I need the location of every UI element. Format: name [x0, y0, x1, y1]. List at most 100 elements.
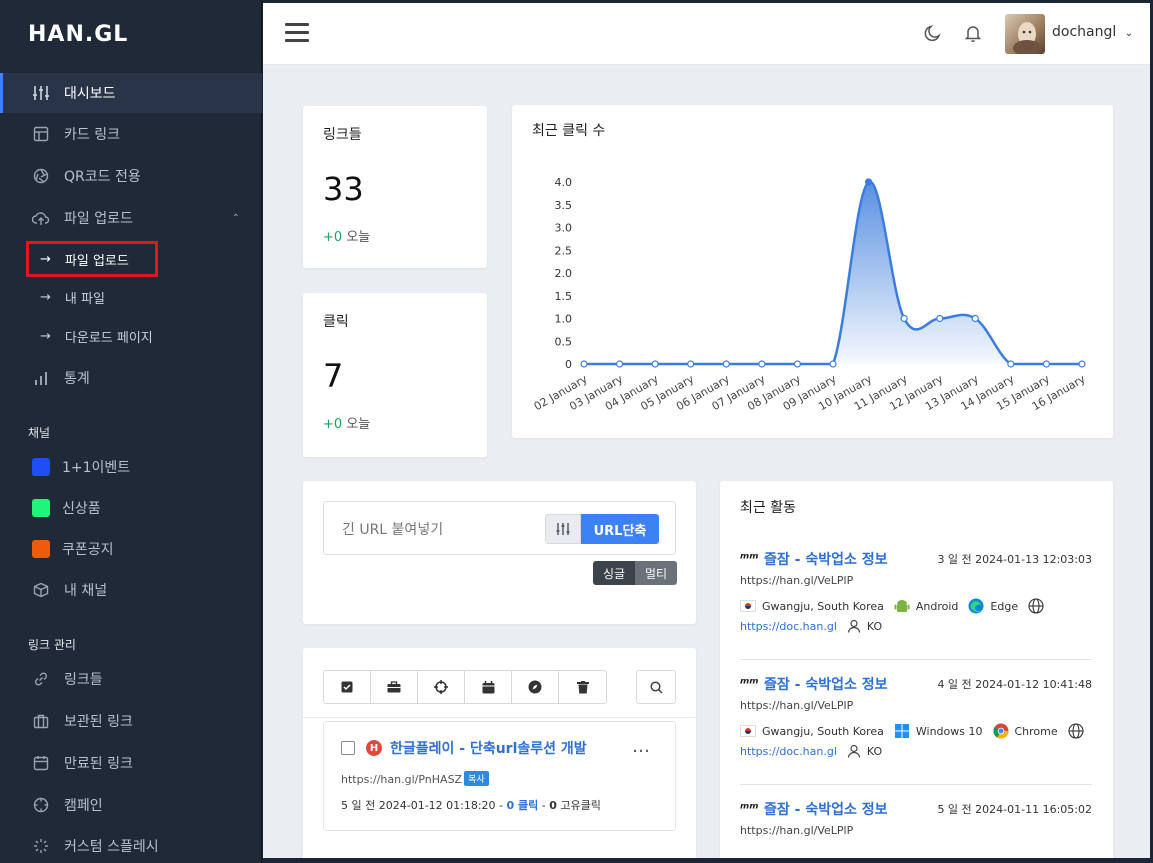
- channel-label: 1+1이벤트: [62, 460, 131, 476]
- y-tick-label: 4.0: [555, 176, 573, 189]
- sidebar-item-card-link[interactable]: 카드 링크: [0, 114, 262, 154]
- link-unique-count: 0: [549, 799, 557, 812]
- avatar[interactable]: [1005, 14, 1045, 54]
- link-checkbox[interactable]: [341, 741, 355, 755]
- activity-os: Android: [915, 599, 959, 613]
- channel-button[interactable]: [512, 671, 559, 703]
- link-icon: [32, 670, 50, 688]
- activity-item: ᵐᵐ 즐잠 - 숙박업소 정보 5 일 전 2024-01-11 16:05:0…: [740, 787, 1092, 858]
- link-date: 5 일 전 2024-01-12 01:18:20 -: [341, 799, 504, 812]
- data-point-peak: [865, 178, 873, 186]
- section-title-link-mgmt: 링크 관리: [28, 638, 76, 652]
- data-point: [580, 360, 588, 368]
- sidebar-item-label: 통계: [64, 371, 90, 387]
- stat-title: 클릭: [323, 314, 349, 330]
- short-url-text[interactable]: https://han.gl/PnHASZ: [341, 773, 462, 786]
- link-list-card: H 한글플레이 - 단축url솔루션 개발 … https://han.gl/P…: [303, 648, 696, 858]
- sidebar-item-expired[interactable]: 만료된 링크: [0, 743, 262, 783]
- y-tick-label: 2.5: [555, 244, 573, 257]
- user-icon: [847, 744, 861, 758]
- options-button[interactable]: [545, 514, 581, 544]
- activity-item: ᵐᵐ 즐잠 - 숙박업소 정보 4 일 전 2024-01-12 10:41:4…: [740, 662, 1092, 772]
- chart-card: 최근 클릭 수 4.0 3.5 3.0 2.5 2.0 1.5 1.0 0.5 0 02 Janu…: [512, 105, 1113, 438]
- chevron-down-icon: ⌄: [1124, 28, 1134, 39]
- sidebar-item-custom-splash[interactable]: 커스텀 스플레시: [0, 826, 262, 863]
- stat-card-links: 링크들 33 +0 오늘: [303, 106, 487, 268]
- logo[interactable]: HAN.GL: [28, 22, 128, 47]
- stat-today: 오늘: [346, 230, 371, 245]
- data-point: [687, 360, 695, 368]
- campaign-button[interactable]: [418, 671, 465, 703]
- sidebar-item-links[interactable]: 링크들: [0, 659, 262, 699]
- bell-icon[interactable]: [963, 23, 983, 43]
- activity-referrer[interactable]: https://doc.han.gl: [740, 620, 837, 633]
- check-square-icon: [341, 681, 353, 693]
- sidebar-sub-label: 다운로드 페이지: [64, 330, 153, 346]
- favicon-zz-icon: ᵐᵐ: [740, 551, 759, 567]
- sidebar-item-archived[interactable]: 보관된 링크: [0, 701, 262, 741]
- multi-toggle[interactable]: 멀티: [635, 561, 677, 585]
- loader-icon: [32, 837, 50, 855]
- data-point: [1007, 360, 1015, 368]
- activity-time: 5 일 전 2024-01-11 16:05:02: [937, 803, 1092, 816]
- url-input[interactable]: 긴 URL 붙여넣기: [342, 519, 443, 539]
- select-all-button[interactable]: [324, 671, 371, 703]
- user-menu[interactable]: dochangl ⌄: [1052, 24, 1133, 40]
- activity-lang: KO: [866, 619, 883, 633]
- link-title[interactable]: 한글플레이 - 단축url솔루션 개발: [390, 738, 587, 758]
- sidebar-item-campaign[interactable]: 캠페인: [0, 785, 262, 825]
- shorten-button[interactable]: URL단축: [581, 514, 659, 544]
- upload-cloud-icon: [32, 209, 50, 227]
- bar-chart-icon: [32, 369, 50, 387]
- activity-url: https://han.gl/VeLPlP: [740, 699, 854, 712]
- hamburger-menu-icon[interactable]: [285, 23, 309, 42]
- stat-card-clicks: 클릭 7 +0 오늘: [303, 293, 487, 457]
- briefcase-icon: [32, 712, 50, 730]
- more-options-icon[interactable]: …: [632, 736, 651, 757]
- box-icon: [32, 581, 50, 599]
- sidebar-item-qr[interactable]: QR코드 전용: [0, 156, 262, 196]
- activity-link-title[interactable]: 즐잠 - 숙박업소 정보: [764, 674, 887, 694]
- sidebar-channel-3[interactable]: 쿠폰공지: [0, 529, 262, 569]
- globe-icon: [1028, 598, 1044, 614]
- sidebar-item-my-channel[interactable]: 내 채널: [0, 570, 262, 610]
- copy-button[interactable]: 복사: [464, 771, 489, 786]
- expire-button[interactable]: [465, 671, 512, 703]
- chevron-up-icon: ⌃: [231, 212, 240, 224]
- sidebar: HAN.GL 대시보드 카드 링크 QR코드 전용 파일 업로드 ⌃ → 파일 …: [0, 0, 262, 863]
- activity-card: 최근 활동 ᵐᵐ 즐잠 - 숙박업소 정보 3 일 전 2024-01-13 1…: [720, 481, 1113, 858]
- android-icon: [894, 600, 910, 612]
- activity-link-title[interactable]: 즐잠 - 숙박업소 정보: [764, 799, 887, 819]
- sidebar-item-label: 캠페인: [64, 798, 103, 814]
- short-url: https://han.gl/PnHASZ 복사: [341, 771, 489, 786]
- aperture-icon: [32, 167, 50, 185]
- search-button[interactable]: [636, 670, 676, 704]
- sidebar-item-file-upload[interactable]: 파일 업로드 ⌃: [0, 198, 262, 238]
- link-list-item: H 한글플레이 - 단축url솔루션 개발 … https://han.gl/P…: [323, 721, 676, 831]
- activity-link-title[interactable]: 즐잠 - 숙박업소 정보: [764, 549, 887, 569]
- data-point: [900, 314, 908, 323]
- delete-button[interactable]: [559, 671, 606, 703]
- sidebar-sub-download-page[interactable]: → 다운로드 페이지: [0, 319, 262, 353]
- crosshair-icon: [434, 680, 448, 694]
- archive-button[interactable]: [371, 671, 418, 703]
- bulk-toolbar: [323, 670, 607, 704]
- sliders-icon: [32, 84, 50, 102]
- main-content: dochangl ⌄ 링크들 33 +0 오늘 클릭 7 +0 오늘 최근 클릭…: [263, 3, 1150, 858]
- y-tick-label: 1.0: [555, 313, 573, 326]
- sliders-icon: [556, 523, 570, 535]
- stat-sub: +0 오늘: [323, 226, 370, 245]
- section-title-channel: 채널: [28, 426, 51, 440]
- sidebar-item-dashboard[interactable]: 대시보드: [0, 73, 262, 113]
- activity-referrer[interactable]: https://doc.han.gl: [740, 745, 837, 758]
- sidebar-channel-1[interactable]: 1+1이벤트: [0, 447, 262, 487]
- sidebar-channel-2[interactable]: 신상품: [0, 488, 262, 528]
- meta-sep: -: [541, 799, 546, 812]
- moon-icon[interactable]: [923, 23, 943, 43]
- single-toggle[interactable]: 싱글: [593, 561, 635, 585]
- divider: [740, 659, 1092, 660]
- korea-flag-icon: [740, 725, 756, 737]
- sidebar-sub-my-files[interactable]: → 내 파일: [0, 280, 262, 314]
- data-point: [1078, 360, 1086, 368]
- sidebar-item-stats[interactable]: 통계: [0, 358, 262, 398]
